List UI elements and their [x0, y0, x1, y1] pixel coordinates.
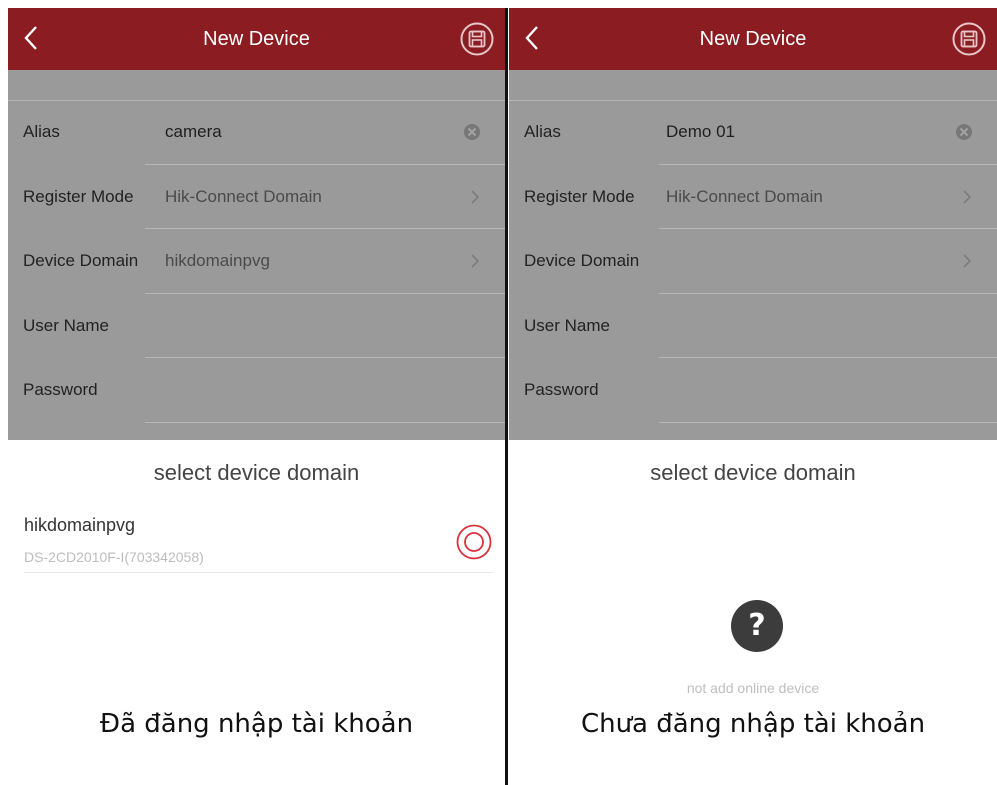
question-icon: ? — [731, 600, 783, 652]
alias-label: Alias — [524, 122, 561, 141]
register-mode-row[interactable]: Register Mode Hik-Connect Domain — [8, 165, 505, 229]
domain-name: hikdomainpvg — [24, 515, 136, 535]
device-domain-label: Device Domain — [524, 251, 640, 270]
user-name-row[interactable]: User Name — [509, 294, 997, 358]
sheet-title: select device domain — [650, 460, 856, 485]
alias-field[interactable]: camera — [165, 100, 222, 164]
user-name-label: User Name — [524, 315, 610, 335]
header-bar: New Device — [509, 8, 997, 70]
device-domain-row[interactable]: Device Domain — [509, 229, 997, 294]
clear-icon[interactable] — [956, 124, 972, 140]
alias-row[interactable]: Alias Demo 01 — [509, 100, 997, 165]
alias-field[interactable]: Demo 01 — [666, 100, 735, 164]
device-domain-value: hikdomainpvg — [165, 251, 270, 270]
save-icon — [460, 22, 494, 56]
caption: Đã đăng nhập tài khoản — [99, 709, 414, 739]
left-screen: New Device Alias camera Register Mode Hi… — [8, 8, 505, 785]
alias-row[interactable]: Alias camera — [8, 100, 505, 165]
user-name-row[interactable]: User Name — [8, 294, 505, 358]
sheet-title: select device domain — [153, 460, 360, 485]
register-mode-label: Register Mode — [524, 186, 635, 206]
device-model: DS-2CD2010F-I(703342058) — [24, 549, 204, 565]
chevron-right-icon — [471, 189, 480, 204]
divider — [505, 8, 508, 785]
device-form: Alias camera Register Mode Hik-Connect D… — [8, 70, 505, 440]
alias-label: Alias — [23, 122, 60, 141]
device-domain-row[interactable]: Device Domain hikdomainpvg — [8, 229, 505, 294]
register-mode-value: Hik-Connect Domain — [666, 186, 823, 206]
caption: Chưa đăng nhập tài khoản — [580, 709, 926, 739]
register-mode-row[interactable]: Register Mode Hik-Connect Domain — [509, 165, 997, 229]
save-icon — [952, 22, 986, 56]
password-label: Password — [23, 380, 98, 399]
device-form: Alias Demo 01 Register Mode Hik-Connect … — [509, 70, 997, 440]
right-screen: New Device Alias Demo 01 Register Mode H… — [509, 8, 997, 785]
password-row[interactable]: Password — [509, 358, 997, 423]
page-title: New Device — [699, 28, 807, 50]
page-title: New Device — [203, 28, 310, 50]
domain-list-item[interactable]: hikdomainpvg DS-2CD2010F-I(703342058) — [24, 513, 493, 573]
clear-icon[interactable] — [464, 124, 480, 140]
radio-selected-icon[interactable] — [455, 523, 493, 561]
empty-state-text: not add online device — [686, 680, 820, 696]
chevron-right-icon — [963, 254, 972, 268]
header-bar: New Device — [8, 8, 505, 70]
register-mode-value: Hik-Connect Domain — [165, 186, 322, 206]
password-row[interactable]: Password — [8, 358, 505, 423]
user-name-label: User Name — [23, 315, 109, 335]
device-domain-label: Device Domain — [23, 251, 139, 270]
chevron-right-icon — [963, 189, 972, 204]
password-label: Password — [524, 380, 599, 399]
chevron-right-icon — [471, 254, 480, 268]
save-button[interactable] — [459, 21, 495, 57]
register-mode-label: Register Mode — [23, 186, 134, 206]
save-button[interactable] — [951, 21, 987, 57]
